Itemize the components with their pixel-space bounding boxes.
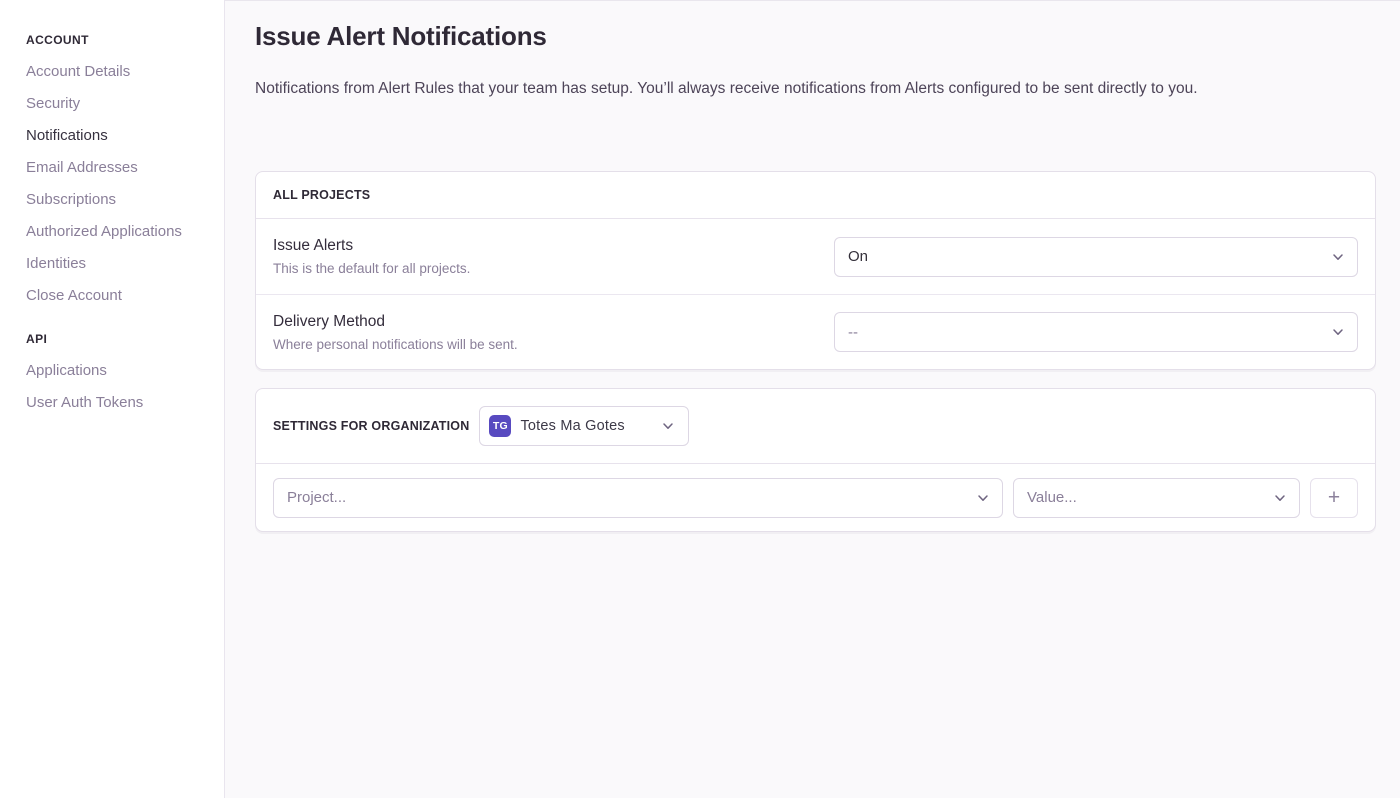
chevron-down-icon	[975, 490, 991, 506]
all-projects-panel: ALL PROJECTS Issue Alerts This is the de…	[255, 171, 1376, 370]
add-override-button[interactable]: +	[1310, 478, 1358, 518]
sidebar-item-subscriptions[interactable]: Subscriptions	[26, 192, 210, 207]
org-settings-header-label: SETTINGS FOR ORGANIZATION	[273, 419, 469, 433]
sidebar-item-user-auth-tokens[interactable]: User Auth Tokens	[26, 395, 210, 410]
issue-alerts-label: Issue Alerts	[273, 237, 470, 255]
main-content: Issue Alert Notifications Notifications …	[225, 0, 1400, 798]
organization-avatar: TG	[489, 415, 511, 437]
page-description: Notifications from Alert Rules that your…	[255, 79, 1376, 99]
all-projects-panel-header: ALL PROJECTS	[256, 172, 1375, 219]
sidebar-item-identities[interactable]: Identities	[26, 256, 210, 271]
project-select[interactable]: Project...	[273, 478, 1003, 518]
issue-alerts-help: This is the default for all projects.	[273, 261, 470, 276]
delivery-method-row: Delivery Method Where personal notificat…	[256, 294, 1375, 369]
sidebar-item-notifications[interactable]: Notifications	[26, 128, 210, 143]
settings-sidebar: ACCOUNT Account Details Security Notific…	[0, 0, 225, 798]
delivery-method-text: Delivery Method Where personal notificat…	[273, 313, 518, 352]
app-window: ACCOUNT Account Details Security Notific…	[0, 0, 1400, 798]
issue-alerts-text: Issue Alerts This is the default for all…	[273, 237, 470, 276]
fine-tune-row: Project... Value... +	[256, 464, 1375, 531]
sidebar-item-email-addresses[interactable]: Email Addresses	[26, 160, 210, 175]
page-title: Issue Alert Notifications	[255, 21, 1376, 52]
organization-name: Totes Ma Gotes	[520, 418, 651, 434]
organization-selector[interactable]: TG Totes Ma Gotes	[479, 406, 689, 446]
org-settings-panel-header: SETTINGS FOR ORGANIZATION TG Totes Ma Go…	[256, 389, 1375, 464]
delivery-method-select[interactable]: --	[834, 312, 1358, 352]
sidebar-item-security[interactable]: Security	[26, 96, 210, 111]
sidebar-header-account: ACCOUNT	[26, 33, 210, 47]
chevron-down-icon	[1272, 490, 1288, 506]
issue-alerts-select-value: On	[848, 248, 868, 265]
org-settings-panel: SETTINGS FOR ORGANIZATION TG Totes Ma Go…	[255, 388, 1376, 532]
value-select[interactable]: Value...	[1013, 478, 1300, 518]
delivery-method-label: Delivery Method	[273, 313, 518, 331]
delivery-method-help: Where personal notifications will be sen…	[273, 337, 518, 352]
plus-icon: +	[1328, 487, 1340, 508]
sidebar-item-close-account[interactable]: Close Account	[26, 288, 210, 303]
all-projects-panel-body: Issue Alerts This is the default for all…	[256, 219, 1375, 369]
project-select-placeholder: Project...	[287, 489, 346, 506]
chevron-down-icon	[660, 418, 676, 434]
sidebar-item-applications[interactable]: Applications	[26, 363, 210, 378]
value-select-placeholder: Value...	[1027, 489, 1077, 506]
issue-alerts-select[interactable]: On	[834, 237, 1358, 277]
chevron-down-icon	[1330, 324, 1346, 340]
sidebar-section-api: API Applications User Auth Tokens	[26, 332, 210, 410]
sidebar-item-account-details[interactable]: Account Details	[26, 64, 210, 79]
delivery-method-select-value: --	[848, 324, 858, 341]
sidebar-section-account: ACCOUNT Account Details Security Notific…	[26, 33, 210, 303]
chevron-down-icon	[1330, 249, 1346, 265]
sidebar-item-authorized-applications[interactable]: Authorized Applications	[26, 224, 210, 239]
sidebar-header-api: API	[26, 332, 210, 346]
issue-alerts-row: Issue Alerts This is the default for all…	[256, 219, 1375, 294]
